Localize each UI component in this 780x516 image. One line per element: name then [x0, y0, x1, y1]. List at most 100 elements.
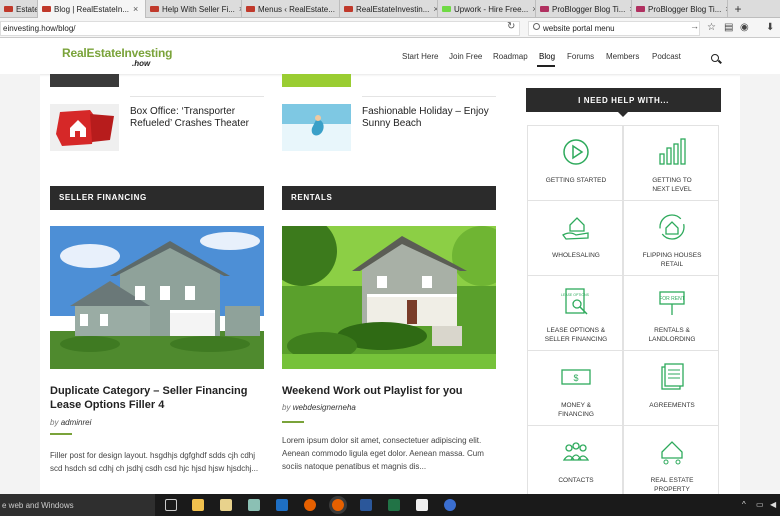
file-explorer-icon[interactable]: [192, 499, 204, 511]
section-underline: [50, 208, 264, 210]
browser-tab-active[interactable]: Blog | RealEstateIn... ×: [38, 0, 146, 18]
browser-tab[interactable]: Help With Seller Fi...×: [146, 0, 242, 18]
small-post-title[interactable]: Fashionable Holiday – Enjoy Sunny Beach: [362, 106, 502, 130]
pocket-icon[interactable]: ◉: [740, 22, 749, 33]
documents-icon: [661, 363, 684, 390]
windows-taskbar: e web and Windows ^ ▭ ◀: [0, 494, 780, 516]
nav-forums[interactable]: Forums: [567, 52, 594, 61]
help-item-money[interactable]: $ MONEY & FINANCING: [527, 350, 623, 426]
tab-label: Blog | RealEstateIn...: [54, 4, 130, 14]
nav-roadmap[interactable]: Roadmap: [493, 52, 528, 61]
accent-line: [50, 433, 72, 435]
section-heading[interactable]: RENTALS: [282, 186, 496, 208]
page-gutter-right: [740, 74, 780, 494]
help-item-getting-started[interactable]: GETTING STARTED: [527, 125, 623, 201]
tab-label: Menus ‹ RealEstate...: [258, 4, 335, 14]
help-item-label: AGREEMENTS: [649, 402, 695, 409]
tab-favicon-icon: [442, 6, 451, 12]
nav-join-free[interactable]: Join Free: [449, 52, 482, 61]
reload-icon[interactable]: ↻: [507, 21, 515, 32]
nav-podcast[interactable]: Podcast: [652, 52, 681, 61]
file-icon[interactable]: [416, 499, 428, 511]
app-icon[interactable]: [444, 499, 456, 511]
documents-app-icon[interactable]: [220, 499, 232, 511]
help-item-real-estate-property[interactable]: REAL ESTATE PROPERTY: [623, 425, 719, 501]
tab-favicon-icon: [246, 6, 255, 12]
nav-blog[interactable]: Blog: [539, 52, 555, 61]
excel-icon[interactable]: [388, 499, 400, 511]
post-thumbnail-partial[interactable]: [50, 74, 119, 87]
new-tab-icon[interactable]: +: [728, 0, 748, 17]
post-thumbnail-beach[interactable]: [282, 104, 351, 151]
site-logo[interactable]: RealEstateInvesting: [62, 46, 172, 60]
nav-members[interactable]: Members: [606, 52, 639, 61]
help-item-rentals[interactable]: FOR RENT RENTALS & LANDLORDING: [623, 275, 719, 351]
browser-tab[interactable]: Upwork - Hire Free...×: [438, 0, 536, 18]
divider: [362, 96, 496, 97]
help-item-label: RENTALS & LANDLORDING: [648, 327, 696, 343]
site-search-icon[interactable]: [711, 54, 719, 62]
search-icon: [533, 23, 540, 30]
help-item-agreements[interactable]: AGREEMENTS: [623, 350, 719, 426]
browser-tab[interactable]: RealEstateInvestin...×: [340, 0, 438, 18]
browser-search-input[interactable]: website portal menu: [528, 21, 700, 36]
nav-start-here[interactable]: Start Here: [402, 52, 438, 61]
help-item-lease-options[interactable]: LEASE OPTIONS LEASE OPTIONS & SELLER FIN…: [527, 275, 623, 351]
notes-app-icon[interactable]: [248, 499, 260, 511]
red-house-puzzle-icon: [50, 104, 119, 151]
close-tab-icon[interactable]: ×: [133, 4, 138, 14]
post-thumbnail-partial[interactable]: [282, 74, 351, 87]
browser-tab[interactable]: Menus ‹ RealEstate...×: [242, 0, 340, 18]
firefox-active-icon[interactable]: [332, 499, 344, 511]
sidebar-heading: I NEED HELP WITH...: [526, 88, 721, 117]
taskbar-search-box[interactable]: e web and Windows: [0, 494, 155, 516]
section-heading[interactable]: SELLER FINANCING: [50, 186, 264, 208]
address-bar[interactable]: einvesting.how/blog/: [0, 21, 520, 36]
post-byline: by webdesignerneha: [282, 403, 356, 412]
post-image-house-green[interactable]: [50, 226, 264, 369]
tab-label: ProBlogger Blog Ti...: [648, 4, 722, 14]
word-icon[interactable]: [360, 499, 372, 511]
download-icon[interactable]: ⬇: [766, 22, 774, 33]
browser-nav-bar: einvesting.how/blog/ ↻ website portal me…: [0, 18, 780, 38]
site-logo-suffix: .how: [132, 59, 151, 68]
help-item-wholesaling[interactable]: WHOLESALING: [527, 200, 623, 276]
volume-icon[interactable]: ◀: [770, 500, 776, 509]
reading-list-icon[interactable]: ▤: [724, 22, 733, 33]
post-title[interactable]: Duplicate Category – Seller Financing Le…: [50, 384, 270, 412]
outlook-icon[interactable]: [276, 499, 288, 511]
help-item-next-level[interactable]: GETTING TO NEXT LEVEL: [623, 125, 719, 201]
browser-tab[interactable]: Estate...×: [0, 0, 38, 18]
help-item-label: FLIPPING HOUSES RETAIL: [642, 252, 702, 268]
search-go-icon[interactable]: →: [690, 21, 699, 31]
browser-tab[interactable]: ProBlogger Blog Ti...×: [536, 0, 632, 18]
hand-house-icon: [562, 217, 589, 240]
accent-line: [282, 421, 304, 423]
post-author-link[interactable]: webdesignerneha: [293, 403, 356, 412]
taskbar-search-text: e web and Windows: [2, 501, 74, 510]
active-nav-indicator: [537, 65, 555, 67]
help-item-contacts[interactable]: CONTACTS: [527, 425, 623, 501]
beach-image: [282, 104, 351, 151]
task-view-icon[interactable]: [165, 499, 177, 511]
browser-tab[interactable]: ProBlogger Blog Ti...×: [632, 0, 728, 18]
bookmark-star-icon[interactable]: ☆: [707, 22, 716, 33]
bar-chart-icon: [659, 138, 686, 165]
help-item-label: MONEY & FINANCING: [558, 402, 594, 418]
tab-label: RealEstateInvestin...: [356, 4, 430, 14]
post-title[interactable]: Weekend Work out Playlist for you: [282, 384, 502, 398]
post-excerpt: Lorem ipsum dolor sit amet, consectetuer…: [282, 436, 484, 471]
tray-expand-icon[interactable]: ^: [742, 500, 746, 509]
document-search-icon: LEASE OPTIONS: [561, 288, 590, 315]
for-rent-sign-icon: FOR RENT: [659, 291, 685, 315]
post-thumbnail-red-house[interactable]: [50, 104, 119, 151]
help-item-label: LEASE OPTIONS & SELLER FINANCING: [544, 327, 608, 343]
people-icon: [562, 442, 590, 461]
firefox-icon[interactable]: [304, 499, 316, 511]
network-icon[interactable]: ▭: [756, 500, 764, 509]
money-icon: $: [561, 369, 591, 385]
help-item-flipping-houses[interactable]: FLIPPING HOUSES RETAIL: [623, 200, 719, 276]
small-post-title[interactable]: Box Office: ‘Transporter Refueled’ Crash…: [130, 106, 270, 130]
post-image-house-garden[interactable]: [282, 226, 496, 369]
post-author-link[interactable]: adminrei: [61, 418, 92, 427]
